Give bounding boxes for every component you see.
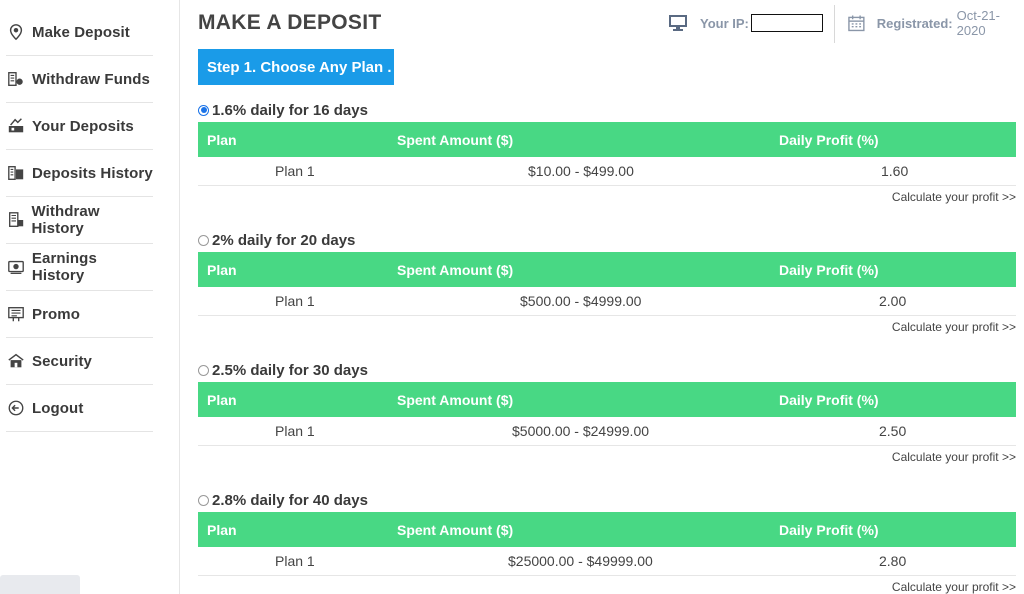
table-row: Plan 1 $25000.00 - $49999.00 2.80 (198, 547, 1016, 576)
scroll-tab (0, 575, 80, 594)
withdraw-icon (6, 69, 26, 89)
calendar-icon (848, 15, 865, 32)
cell-plan: Plan 1 (275, 163, 315, 179)
sidebar-item-deposits-history[interactable]: Deposits History (6, 150, 153, 197)
plan-block: 2.5% daily for 30 days Plan Spent Amount… (198, 359, 1016, 464)
sidebar-item-security[interactable]: Security (6, 338, 153, 385)
header-profit: Daily Profit (%) (779, 261, 879, 278)
plan-name: 1.6% daily for 16 days (212, 101, 368, 119)
withdraw-history-icon (6, 210, 25, 230)
calculate-profit-link[interactable]: Calculate your profit >> (892, 320, 1016, 334)
deposits-icon (6, 116, 26, 136)
sidebar-item-earnings-history[interactable]: Earnings History (6, 244, 153, 291)
header-divider (834, 5, 835, 43)
cell-plan: Plan 1 (275, 423, 315, 439)
header-amount: Spent Amount ($) (397, 391, 514, 408)
cell-plan: Plan 1 (275, 293, 315, 309)
table-header: Plan Spent Amount ($) Daily Profit (%) (198, 252, 1016, 287)
main-content: MAKE A DEPOSIT Your IP: Registrated: Oct… (180, 0, 1024, 594)
table-row: Plan 1 $5000.00 - $24999.00 2.50 (198, 417, 1016, 446)
table-header: Plan Spent Amount ($) Daily Profit (%) (198, 122, 1016, 157)
table-header: Plan Spent Amount ($) Daily Profit (%) (198, 512, 1016, 547)
ip-info: Your IP: (668, 12, 823, 34)
sidebar-item-withdraw-funds[interactable]: Withdraw Funds (6, 56, 153, 103)
sidebar-item-label: Deposits History (32, 164, 153, 182)
sidebar-item-make-deposit[interactable]: Make Deposit (6, 9, 153, 56)
sidebar-item-logout[interactable]: Logout (6, 385, 153, 432)
plan-name: 2.5% daily for 30 days (212, 361, 368, 379)
plan-name: 2.8% daily for 40 days (212, 491, 368, 509)
header-plan: Plan (207, 131, 237, 148)
registration-info: Registrated: Oct-21-2020 (848, 8, 1024, 38)
cell-amount: $25000.00 - $49999.00 (508, 553, 653, 569)
sidebar-item-label: Security (32, 352, 92, 370)
cell-profit: 2.00 (879, 293, 907, 309)
header-plan: Plan (207, 521, 237, 538)
header-amount: Spent Amount ($) (397, 521, 514, 538)
header-profit: Daily Profit (%) (779, 391, 879, 408)
cell-amount: $5000.00 - $24999.00 (512, 423, 650, 439)
ip-value-redacted (750, 14, 823, 32)
sidebar: Make Deposit Withdraw Funds Your Deposit… (0, 0, 180, 594)
header-plan: Plan (207, 391, 237, 408)
ip-label: Your IP: (700, 15, 749, 31)
header-profit: Daily Profit (%) (779, 521, 879, 538)
header-profit: Daily Profit (%) (779, 131, 879, 148)
promo-icon (6, 304, 26, 324)
choose-plan-button[interactable]: Step 1. Choose Any Plan . (198, 49, 394, 85)
security-icon (6, 351, 26, 371)
sidebar-item-label: Withdraw History (31, 203, 100, 237)
logout-icon (6, 398, 26, 418)
table-header: Plan Spent Amount ($) Daily Profit (%) (198, 382, 1016, 417)
cell-amount: $10.00 - $499.00 (528, 163, 634, 179)
sidebar-item-label: Withdraw Funds (32, 70, 150, 88)
sidebar-item-label: Logout (32, 399, 84, 417)
plan-radio-selected[interactable] (198, 104, 209, 116)
plan-name: 2% daily for 20 days (212, 231, 356, 249)
plan-option[interactable]: 2% daily for 20 days (198, 229, 1016, 251)
sidebar-item-label: Promo (32, 305, 81, 323)
map-pin-icon (6, 22, 26, 42)
earnings-icon (6, 257, 26, 277)
calculate-profit-link[interactable]: Calculate your profit >> (892, 580, 1016, 594)
sidebar-item-label: Earnings History (31, 250, 97, 284)
sidebar-item-label: Your Deposits (32, 117, 134, 135)
calculate-profit-link[interactable]: Calculate your profit >> (892, 190, 1016, 204)
registered-label: Registrated: (876, 15, 953, 31)
plan-block: 1.6% daily for 16 days Plan Spent Amount… (198, 99, 1016, 204)
plan-option[interactable]: 2.8% daily for 40 days (198, 489, 1016, 511)
page-title: MAKE A DEPOSIT (198, 11, 382, 34)
registered-date: Oct-21-2020 (956, 8, 1000, 38)
calculate-profit-link[interactable]: Calculate your profit >> (892, 450, 1016, 464)
plan-radio[interactable] (198, 494, 209, 506)
sidebar-item-your-deposits[interactable]: Your Deposits (6, 103, 153, 150)
cell-plan: Plan 1 (275, 553, 315, 569)
sidebar-item-label: Make Deposit (32, 23, 130, 41)
sidebar-item-promo[interactable]: Promo (6, 291, 153, 338)
plan-option[interactable]: 1.6% daily for 16 days (198, 99, 1016, 121)
header-amount: Spent Amount ($) (397, 131, 514, 148)
cell-profit: 1.60 (881, 163, 909, 179)
plan-option[interactable]: 2.5% daily for 30 days (198, 359, 1016, 381)
cell-profit: 2.50 (879, 423, 907, 439)
table-row: Plan 1 $10.00 - $499.00 1.60 (198, 157, 1016, 186)
monitor-icon (669, 15, 687, 31)
header-amount: Spent Amount ($) (397, 261, 514, 278)
plan-block: 2% daily for 20 days Plan Spent Amount (… (198, 229, 1016, 334)
plan-radio[interactable] (198, 234, 209, 246)
cell-profit: 2.80 (879, 553, 907, 569)
table-row: Plan 1 $500.00 - $4999.00 2.00 (198, 287, 1016, 316)
plan-block: 2.8% daily for 40 days Plan Spent Amount… (198, 489, 1016, 594)
cell-amount: $500.00 - $4999.00 (520, 293, 642, 309)
sidebar-item-withdraw-history[interactable]: Withdraw History (6, 197, 153, 244)
plan-radio[interactable] (198, 364, 209, 376)
history-icon (6, 163, 26, 183)
header-plan: Plan (207, 261, 237, 278)
